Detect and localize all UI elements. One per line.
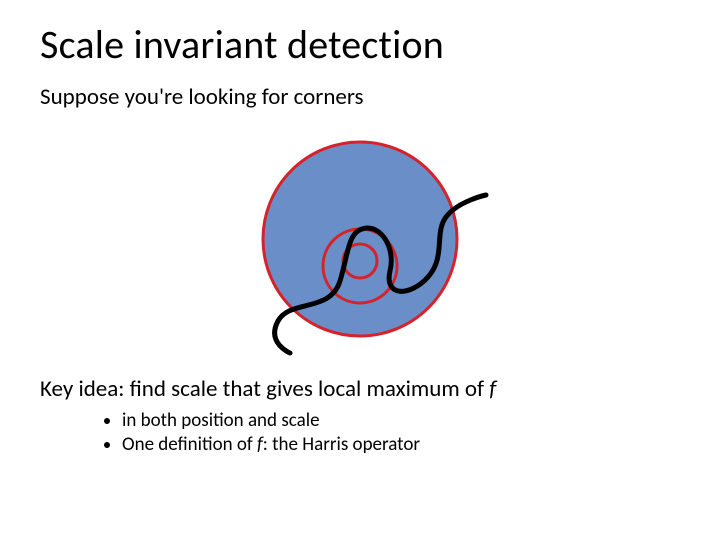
bullet-item: One definition of f: the Harris operator — [122, 433, 680, 457]
large-scale-circle — [263, 142, 457, 336]
key-idea-var: f — [489, 375, 496, 403]
key-idea-line: Key idea: find scale that gives local ma… — [40, 375, 680, 403]
slide-subtitle: Suppose you're looking for corners — [40, 83, 680, 111]
key-idea-text: Key idea: find scale that gives local ma… — [40, 375, 489, 403]
slide: Scale invariant detection Suppose you're… — [0, 0, 720, 540]
bullet-list: in both position and scale One definitio… — [122, 409, 680, 457]
diagram-figure — [190, 121, 530, 361]
bullet-suffix: : the Harris operator — [263, 433, 420, 456]
diagram-svg — [190, 121, 530, 361]
bullet-prefix: One definition of — [122, 433, 257, 456]
bullet-text: in both position and scale — [122, 409, 320, 432]
bullet-item: in both position and scale — [122, 409, 680, 433]
slide-title: Scale invariant detection — [40, 20, 680, 69]
